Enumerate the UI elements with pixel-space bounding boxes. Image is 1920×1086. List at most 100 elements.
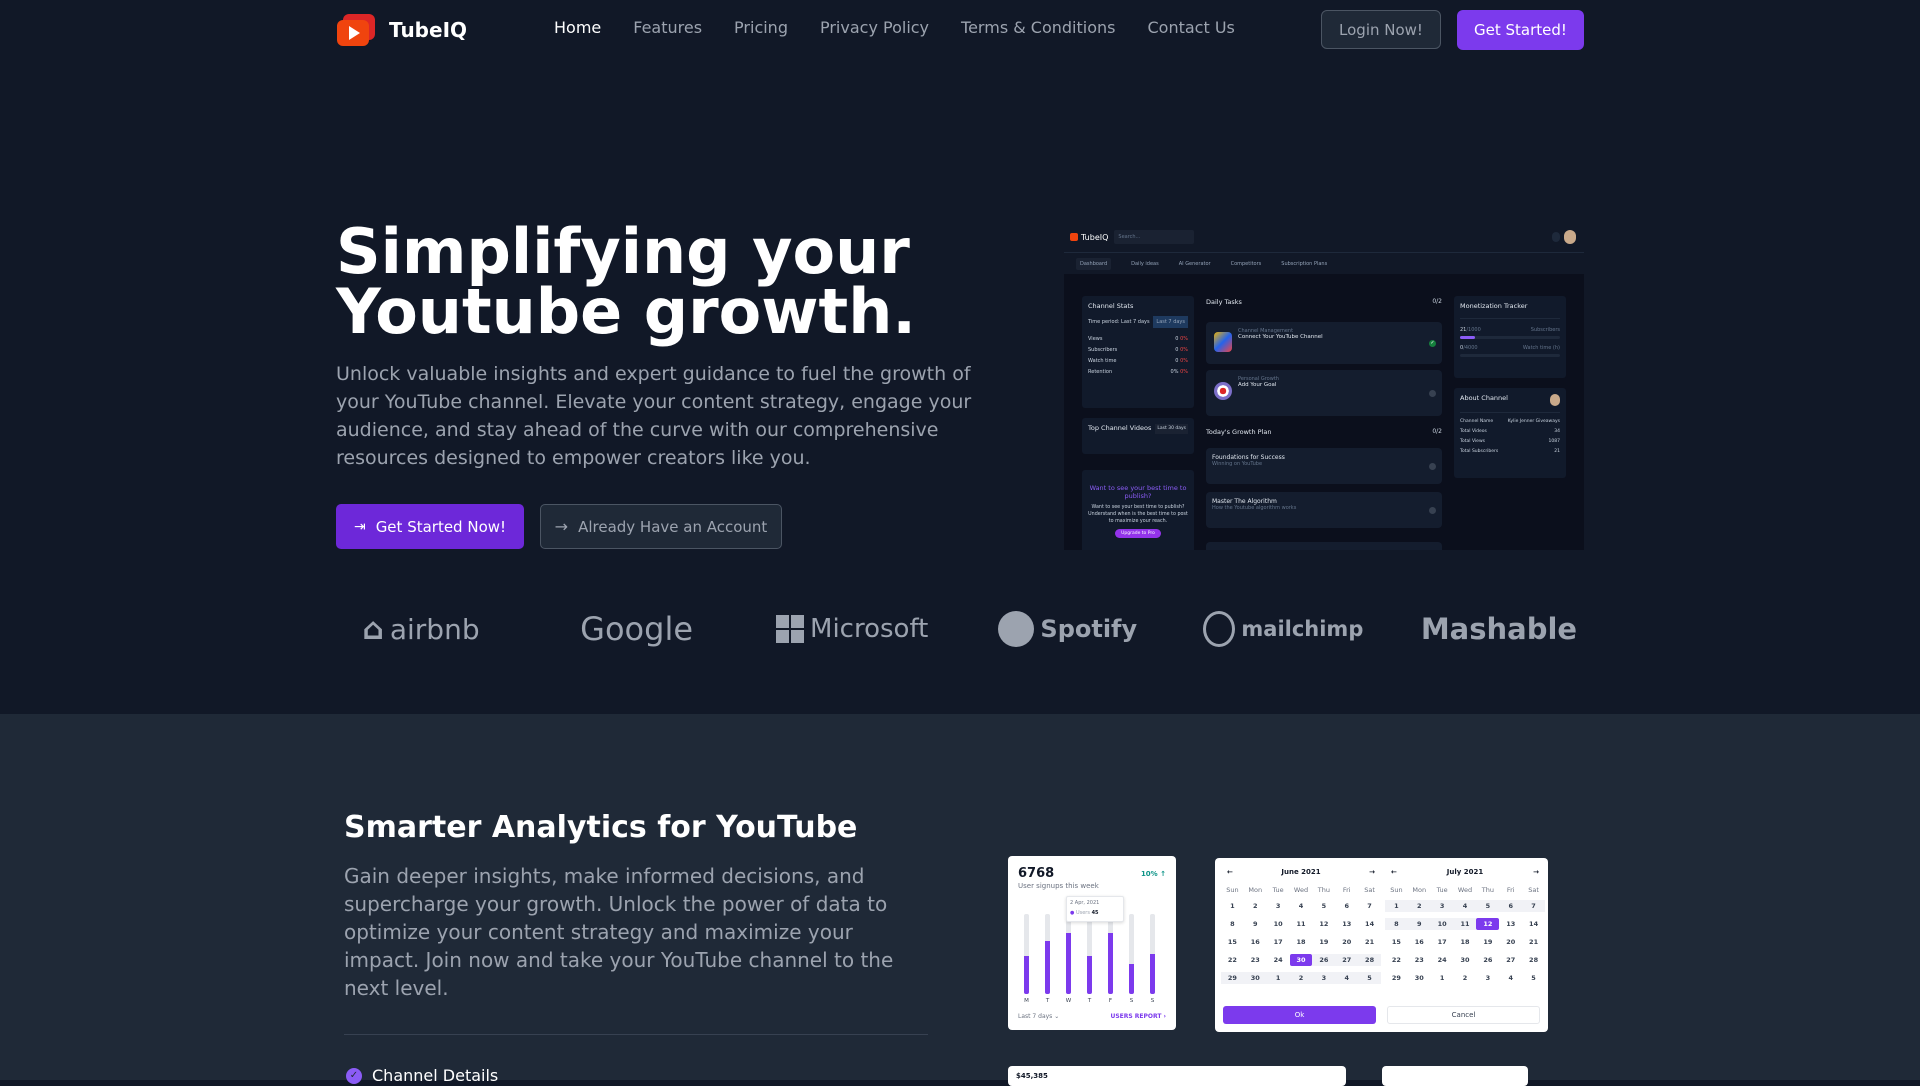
weekday-label: Fri (1506, 886, 1515, 894)
calendar-day[interactable]: 8 (1221, 918, 1244, 930)
calendar-day[interactable]: 27 (1335, 954, 1359, 966)
calendar-day[interactable]: 10 (1267, 918, 1290, 930)
calendar-day[interactable]: 26 (1476, 954, 1499, 966)
weekday-label: Mon (1412, 886, 1427, 894)
next-month-icon: → (1533, 868, 1539, 876)
calendar-day[interactable]: 29 (1221, 972, 1244, 984)
stat-label: Retention (1088, 369, 1113, 375)
brand-logo[interactable]: TubeIQ (337, 14, 467, 46)
calendar-day[interactable]: 17 (1267, 936, 1290, 948)
bar-day-label: T (1045, 998, 1050, 1004)
microsoft-icon (776, 615, 805, 643)
calendar-day[interactable]: 7 (1522, 900, 1545, 912)
calendar-day[interactable]: 18 (1454, 936, 1477, 948)
calendar-day[interactable]: 5 (1358, 972, 1381, 984)
nav-link-home[interactable]: Home (554, 18, 601, 37)
nav-link-terms[interactable]: Terms & Conditions (961, 18, 1115, 37)
login-button[interactable]: Login Now! (1321, 10, 1441, 49)
calendar-day[interactable]: 30 (1408, 972, 1431, 984)
nav-link-privacy[interactable]: Privacy Policy (820, 18, 929, 37)
calendar-day[interactable]: 28 (1358, 954, 1381, 966)
calendar-day[interactable]: 15 (1221, 936, 1244, 948)
ok-button: Ok (1223, 1006, 1376, 1024)
calendar-day[interactable]: 24 (1431, 954, 1454, 966)
calendar-day[interactable]: 4 (1335, 972, 1359, 984)
calendar-day[interactable]: 6 (1335, 900, 1358, 912)
calendar-day[interactable]: 28 (1522, 954, 1545, 966)
calendar-day[interactable]: 30 (1289, 954, 1313, 966)
get-started-button[interactable]: Get Started! (1457, 10, 1584, 50)
calendar-day[interactable]: 14 (1358, 918, 1381, 930)
calendar-day[interactable]: 12 (1312, 918, 1335, 930)
calendar-day[interactable]: 13 (1499, 918, 1522, 930)
calendar-day[interactable]: 16 (1244, 936, 1267, 948)
calendar-day[interactable]: 4 (1499, 972, 1522, 984)
calendar-day[interactable]: 2 (1244, 900, 1267, 912)
stat-change: 0% (1180, 358, 1188, 364)
calendar-day[interactable]: 24 (1267, 954, 1290, 966)
get-started-now-button[interactable]: ⇥ Get Started Now! (336, 504, 524, 549)
calendar-day[interactable]: 1 (1266, 972, 1290, 984)
calendar-day[interactable]: 1 (1431, 972, 1454, 984)
analytics-title: Smarter Analytics for YouTube (344, 810, 858, 845)
calendar-day[interactable]: 23 (1244, 954, 1267, 966)
calendar-day[interactable]: 30 (1243, 972, 1267, 984)
calendar-day[interactable]: 9 (1407, 918, 1431, 930)
calendar-day[interactable]: 5 (1312, 900, 1335, 912)
calendar-day[interactable]: 19 (1476, 936, 1499, 948)
calendar-day[interactable]: 23 (1408, 954, 1431, 966)
calendar-day[interactable]: 15 (1385, 936, 1408, 948)
get-started-now-label: Get Started Now! (375, 517, 507, 536)
calendar-day[interactable]: 19 (1312, 936, 1335, 948)
check-circle-icon: ✓ (346, 1067, 362, 1084)
calendar-day[interactable]: 4 (1453, 900, 1477, 912)
calendar-day[interactable]: 11 (1290, 918, 1313, 930)
promo-text: Want to see your best time to publish? U… (1088, 505, 1188, 524)
subs-progress-fill (1460, 336, 1475, 339)
calendar-day[interactable]: 22 (1221, 954, 1244, 966)
nav-link-features[interactable]: Features (633, 18, 702, 37)
calendar-day[interactable]: 21 (1522, 936, 1545, 948)
dash-tab-daily-ideas: Daily ideas (1131, 260, 1159, 267)
calendar-day[interactable]: 21 (1358, 936, 1381, 948)
calendar-day[interactable]: 5 (1522, 972, 1545, 984)
calendar-day[interactable]: 22 (1385, 954, 1408, 966)
bar-track (1066, 914, 1071, 994)
calendar-day[interactable]: 30 (1454, 954, 1477, 966)
calendar-day[interactable]: 7 (1358, 900, 1381, 912)
calendar-day[interactable]: 26 (1312, 954, 1336, 966)
calendar-day[interactable]: 1 (1385, 900, 1408, 912)
calendar-day[interactable]: 14 (1522, 918, 1545, 930)
calendar-day[interactable]: 16 (1408, 936, 1431, 948)
calendar-day[interactable]: 9 (1244, 918, 1267, 930)
calendar-day[interactable]: 1 (1221, 900, 1244, 912)
calendar-day[interactable]: 20 (1335, 936, 1358, 948)
calendar-day[interactable]: 13 (1335, 918, 1358, 930)
calendar-day[interactable]: 6 (1499, 900, 1523, 912)
stat-change: 0% (1180, 336, 1188, 342)
already-have-account-button[interactable]: → Already Have an Account (540, 504, 782, 549)
calendar-day[interactable]: 2 (1454, 972, 1477, 984)
calendar-day[interactable]: 8 (1385, 918, 1408, 930)
stat-value: 0 (1175, 358, 1179, 364)
nav-link-contact[interactable]: Contact Us (1147, 18, 1234, 37)
calendar-day[interactable]: 18 (1290, 936, 1313, 948)
calendar-day[interactable]: 12 (1476, 918, 1500, 930)
calendar-day[interactable]: 10 (1430, 918, 1454, 930)
calendar-day[interactable]: 29 (1385, 972, 1408, 984)
nav-link-pricing[interactable]: Pricing (734, 18, 788, 37)
calendar-day[interactable]: 3 (1267, 900, 1290, 912)
calendar-day[interactable]: 4 (1290, 900, 1313, 912)
calendar-day[interactable]: 2 (1407, 900, 1431, 912)
calendar-day[interactable]: 3 (1430, 900, 1454, 912)
calendar-day[interactable]: 3 (1476, 972, 1499, 984)
calendar-day[interactable]: 2 (1289, 972, 1313, 984)
daily-tasks-header: Daily Tasks 0/2 (1206, 298, 1442, 312)
calendar-day[interactable]: 17 (1431, 936, 1454, 948)
calendar-day[interactable]: 27 (1499, 954, 1522, 966)
calendar-day[interactable]: 5 (1476, 900, 1500, 912)
calendar-day[interactable]: 20 (1499, 936, 1522, 948)
calendar-day[interactable]: 11 (1453, 918, 1477, 930)
microsoft-logo: Microsoft (767, 614, 937, 644)
calendar-day[interactable]: 3 (1312, 972, 1336, 984)
